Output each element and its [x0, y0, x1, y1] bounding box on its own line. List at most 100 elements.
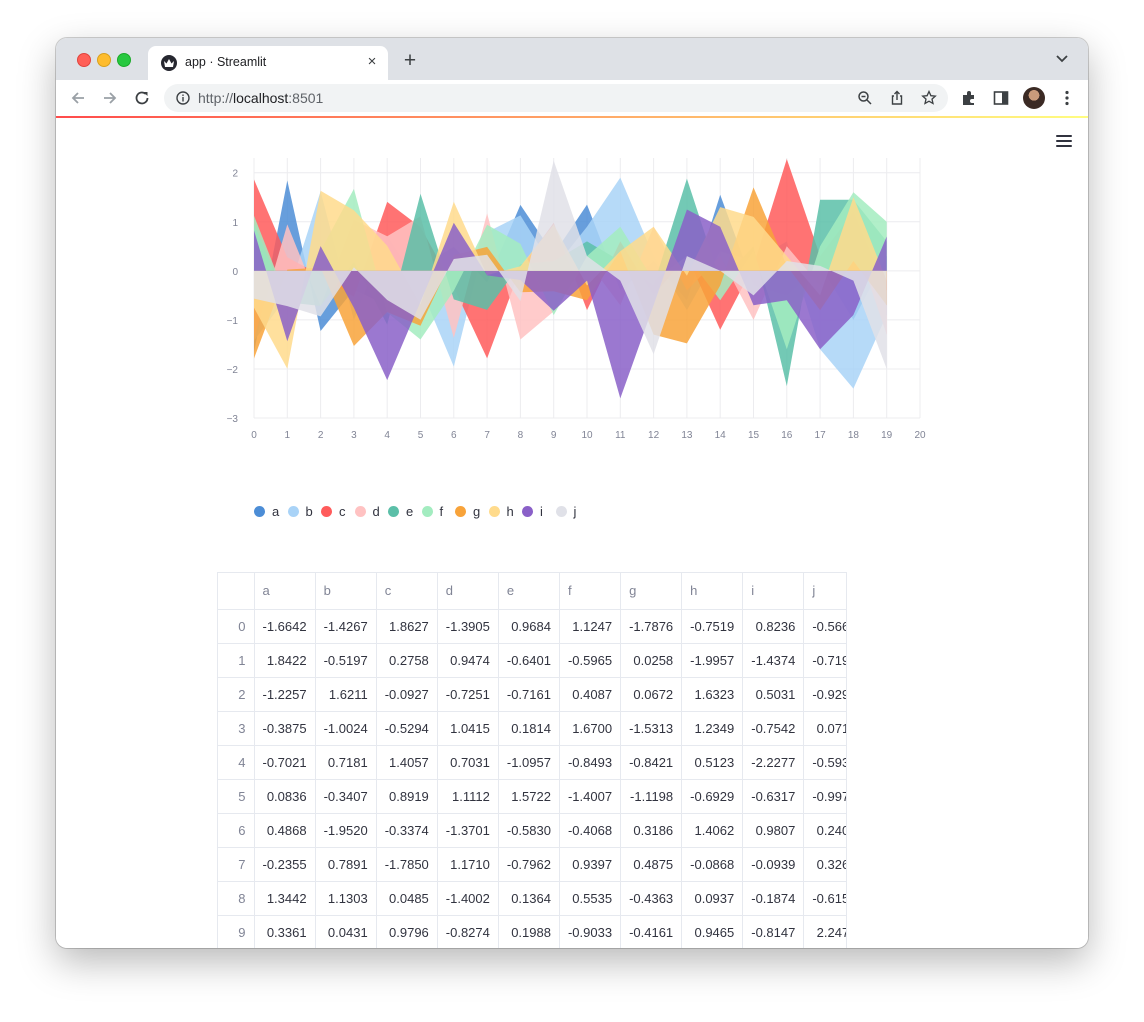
legend-item-e[interactable]: e [388, 504, 413, 519]
table-cell[interactable]: -1.2257 [254, 677, 316, 712]
column-header-f[interactable]: f [559, 573, 622, 610]
table-cell[interactable]: 1.4057 [376, 745, 438, 780]
table-cell[interactable]: -0.7251 [437, 677, 499, 712]
table-cell[interactable]: 0.0714 [803, 711, 846, 746]
extensions-icon[interactable] [960, 89, 978, 107]
table-cell[interactable]: -0.0868 [681, 847, 744, 882]
table-cell[interactable]: 1.6323 [681, 677, 744, 712]
browser-tab[interactable]: app · Streamlit × [148, 46, 388, 80]
row-index-cell[interactable]: 6 [218, 813, 255, 848]
table-cell[interactable]: 1.6211 [315, 677, 377, 712]
table-cell[interactable]: 1.1710 [437, 847, 499, 882]
table-cell[interactable]: -0.6401 [498, 643, 560, 678]
legend-item-c[interactable]: c [321, 504, 346, 519]
table-cell[interactable]: -1.7850 [376, 847, 438, 882]
table-cell[interactable]: -1.0957 [498, 745, 560, 780]
table-cell[interactable]: 1.4062 [681, 813, 744, 848]
table-cell[interactable]: -0.7161 [498, 677, 560, 712]
table-cell[interactable]: 0.1364 [498, 881, 560, 916]
table-cell[interactable]: -0.5197 [315, 643, 377, 678]
table-cell[interactable]: -0.5965 [559, 643, 622, 678]
legend-item-g[interactable]: g [455, 504, 480, 519]
table-cell[interactable]: 1.1303 [315, 881, 377, 916]
table-cell[interactable]: 0.4087 [559, 677, 622, 712]
table-cell[interactable]: 0.9397 [559, 847, 622, 882]
table-cell[interactable]: -1.3701 [437, 813, 499, 848]
table-cell[interactable]: 0.2758 [376, 643, 438, 678]
table-cell[interactable]: -1.0024 [315, 711, 377, 746]
table-cell[interactable]: -0.3374 [376, 813, 438, 848]
table-cell[interactable]: 0.1814 [498, 711, 560, 746]
table-cell[interactable]: 0.3186 [620, 813, 683, 848]
info-icon[interactable] [176, 91, 190, 105]
table-cell[interactable]: 0.8236 [742, 609, 805, 644]
table-cell[interactable]: -0.6155 [803, 881, 846, 916]
table-cell[interactable]: -0.8274 [437, 915, 499, 948]
table-cell[interactable]: -0.3407 [315, 779, 377, 814]
table-cell[interactable]: 0.3361 [254, 915, 316, 948]
table-cell[interactable]: 0.8919 [376, 779, 438, 814]
table-cell[interactable]: -1.9520 [315, 813, 377, 848]
row-index-cell[interactable]: 8 [218, 881, 255, 916]
table-cell[interactable]: -0.7542 [742, 711, 805, 746]
row-index-cell[interactable]: 4 [218, 745, 255, 780]
menu-dots-icon[interactable] [1058, 89, 1076, 107]
table-cell[interactable]: -0.5830 [498, 813, 560, 848]
table-cell[interactable]: -0.4161 [620, 915, 683, 948]
star-icon[interactable] [921, 90, 937, 106]
table-cell[interactable]: -0.9979 [803, 779, 846, 814]
table-cell[interactable]: -1.4002 [437, 881, 499, 916]
table-cell[interactable]: -0.5294 [376, 711, 438, 746]
new-tab-button[interactable]: + [400, 50, 420, 71]
table-cell[interactable]: -1.7876 [620, 609, 683, 644]
table-cell[interactable]: -1.5313 [620, 711, 683, 746]
table-cell[interactable]: -1.4007 [559, 779, 622, 814]
row-index-cell[interactable]: 9 [218, 915, 255, 948]
legend-item-j[interactable]: j [555, 504, 576, 519]
table-cell[interactable]: 1.3442 [254, 881, 316, 916]
table-cell[interactable]: 0.3262 [803, 847, 846, 882]
table-cell[interactable]: 0.1988 [498, 915, 560, 948]
table-cell[interactable]: 0.0431 [315, 915, 377, 948]
table-cell[interactable]: 0.5535 [559, 881, 622, 916]
table-cell[interactable]: -0.9295 [803, 677, 846, 712]
close-window-button[interactable] [77, 53, 91, 67]
column-header-j[interactable]: j [803, 573, 846, 610]
row-index-cell[interactable]: 1 [218, 643, 255, 678]
profile-avatar[interactable] [1023, 87, 1045, 109]
table-cell[interactable]: -0.9033 [559, 915, 622, 948]
table-cell[interactable]: 1.8627 [376, 609, 438, 644]
table-cell[interactable]: 2.2473 [803, 915, 846, 948]
table-cell[interactable]: -1.4374 [742, 643, 805, 678]
table-cell[interactable]: 1.6700 [559, 711, 622, 746]
table-cell[interactable]: 0.0485 [376, 881, 438, 916]
column-header-d[interactable]: d [437, 573, 499, 610]
table-cell[interactable]: -0.5665 [803, 609, 846, 644]
column-header-a[interactable]: a [254, 573, 316, 610]
maximize-window-button[interactable] [117, 53, 131, 67]
table-cell[interactable]: -1.9957 [681, 643, 744, 678]
column-header-c[interactable]: c [376, 573, 438, 610]
table-cell[interactable]: -1.3905 [437, 609, 499, 644]
table-cell[interactable]: -0.1874 [742, 881, 805, 916]
legend-item-f[interactable]: f [421, 504, 443, 519]
table-cell[interactable]: 0.9474 [437, 643, 499, 678]
table-cell[interactable]: -0.8147 [742, 915, 805, 948]
table-cell[interactable]: -0.2355 [254, 847, 316, 882]
table-cell[interactable]: -0.0939 [742, 847, 805, 882]
table-cell[interactable]: -0.3875 [254, 711, 316, 746]
table-cell[interactable]: 1.1247 [559, 609, 622, 644]
zoom-icon[interactable] [857, 90, 873, 106]
hamburger-menu-icon[interactable] [1056, 135, 1072, 149]
minimize-window-button[interactable] [97, 53, 111, 67]
table-cell[interactable]: -0.5938 [803, 745, 846, 780]
legend-item-a[interactable]: a [254, 504, 279, 519]
table-cell[interactable]: -1.6642 [254, 609, 316, 644]
table-cell[interactable]: -0.7962 [498, 847, 560, 882]
legend-item-d[interactable]: d [354, 504, 380, 519]
row-index-cell[interactable]: 2 [218, 677, 255, 712]
row-index-cell[interactable]: 5 [218, 779, 255, 814]
table-cell[interactable]: 0.9684 [498, 609, 560, 644]
table-cell[interactable]: -1.1198 [620, 779, 683, 814]
table-cell[interactable]: 0.0258 [620, 643, 683, 678]
